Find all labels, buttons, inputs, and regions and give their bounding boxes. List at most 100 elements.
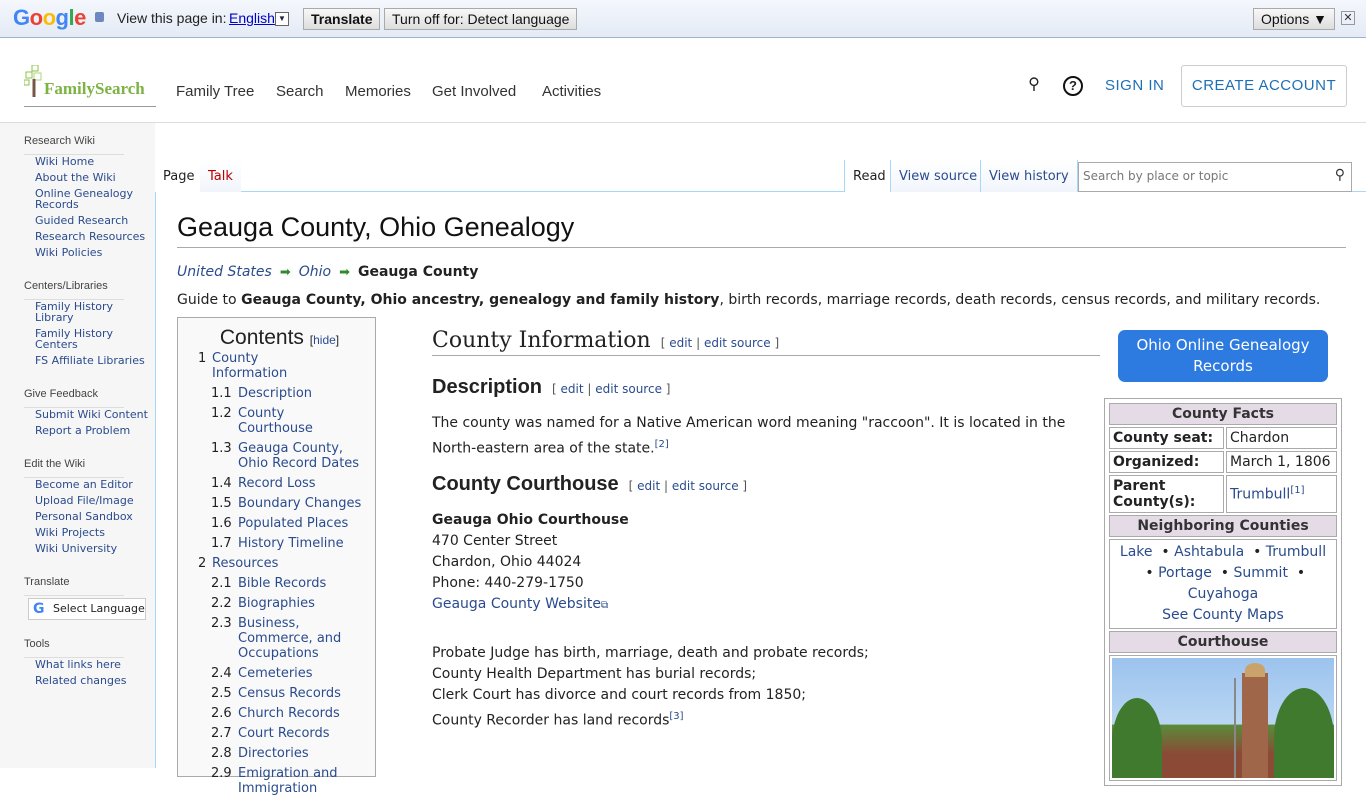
toc-item[interactable]: 1 County Information bbox=[198, 351, 375, 381]
county-link[interactable]: Cuyahoga bbox=[1188, 586, 1258, 602]
sidebar-link[interactable]: About the Wiki bbox=[35, 171, 116, 184]
tab-view-source[interactable]: View source bbox=[890, 160, 986, 192]
sidebar: Research Wiki Wiki Home About the Wiki Onli… bbox=[0, 123, 155, 768]
tab-talk[interactable]: Talk bbox=[200, 160, 241, 192]
location-pin-icon[interactable]: ⚲ bbox=[1025, 76, 1043, 94]
toc-item[interactable]: 2.4 Cemeteries bbox=[198, 666, 375, 681]
toc-item[interactable]: 2.7 Court Records bbox=[198, 726, 375, 741]
county-facts-infobox: County Facts County seat: Chardon Organiz… bbox=[1104, 398, 1342, 786]
edit-source-link[interactable]: edit source bbox=[672, 479, 739, 493]
tree-icon bbox=[24, 65, 42, 97]
sidebar-link[interactable]: Report a Problem bbox=[35, 424, 130, 437]
select-language-dropdown[interactable]: G Select Language bbox=[28, 598, 146, 620]
sidebar-link[interactable]: Wiki Home bbox=[35, 155, 94, 168]
neighboring-counties: Lake • Ashtabula • Trumbull • Portage • … bbox=[1109, 539, 1337, 629]
toc-item[interactable]: 1.5 Boundary Changes bbox=[198, 496, 375, 511]
toc-item[interactable]: 1.7 History Timeline bbox=[198, 536, 375, 551]
breadcrumb-ohio[interactable]: Ohio bbox=[299, 264, 331, 280]
sidebar-heading: Translate bbox=[0, 564, 155, 594]
page-tabs: Page Talk Read View source View history … bbox=[155, 160, 1366, 192]
sidebar-link[interactable]: Wiki University bbox=[35, 542, 117, 555]
description-heading: Description[ edit | edit source ] bbox=[432, 376, 671, 398]
courthouse-photo[interactable] bbox=[1112, 658, 1334, 778]
nav-family-tree[interactable]: Family Tree bbox=[176, 83, 254, 100]
familysearch-logo[interactable]: FamilySearch bbox=[24, 65, 156, 107]
search-icon[interactable]: ⚲ bbox=[1335, 167, 1345, 183]
sidebar-link[interactable]: Research Resources bbox=[35, 230, 145, 243]
toc-item[interactable]: 2.3 Business, Commerce, and Occupations bbox=[198, 616, 375, 661]
toc-item[interactable]: 2.2 Biographies bbox=[198, 596, 375, 611]
toc-item[interactable]: 1.3 Geauga County, Ohio Record Dates bbox=[198, 441, 375, 471]
sidebar-link[interactable]: Submit Wiki Content bbox=[35, 408, 148, 421]
toc-item[interactable]: 2 Resources bbox=[198, 556, 375, 571]
translate-button[interactable]: Translate bbox=[303, 8, 381, 30]
sidebar-link[interactable]: What links here bbox=[35, 658, 121, 671]
nav-activities[interactable]: Activities bbox=[542, 83, 601, 100]
sidebar-link[interactable]: FS Affiliate Libraries bbox=[35, 354, 145, 367]
nav-search[interactable]: Search bbox=[276, 83, 324, 100]
main-content: Geauga County, Ohio Genealogy United Sta… bbox=[155, 192, 1366, 796]
breadcrumb-united-states[interactable]: United States bbox=[177, 264, 272, 280]
toc-item[interactable]: 1.2 County Courthouse bbox=[198, 406, 375, 436]
reference-link[interactable]: [1] bbox=[1290, 485, 1304, 496]
tab-view-history[interactable]: View history bbox=[980, 160, 1078, 192]
close-icon[interactable]: ✕ bbox=[1341, 11, 1355, 25]
language-dropdown-icon[interactable]: ▼ bbox=[275, 12, 289, 26]
county-link[interactable]: Ashtabula bbox=[1174, 544, 1244, 560]
toc-hide-link[interactable]: hide bbox=[313, 333, 336, 347]
toc-item[interactable]: 1.1 Description bbox=[198, 386, 375, 401]
parent-county-link[interactable]: Trumbull bbox=[1230, 487, 1290, 503]
tab-read[interactable]: Read bbox=[844, 160, 894, 192]
sidebar-link[interactable]: Upload File/Image bbox=[35, 494, 134, 507]
county-link[interactable]: Lake bbox=[1120, 544, 1153, 560]
county-website-link[interactable]: Geauga County Website bbox=[432, 596, 601, 612]
edit-source-link[interactable]: edit source bbox=[704, 336, 771, 350]
toc-item[interactable]: 1.6 Populated Places bbox=[198, 516, 375, 531]
county-link[interactable]: Trumbull bbox=[1266, 544, 1326, 560]
arrow-icon: ➡ bbox=[339, 265, 350, 280]
sidebar-link[interactable]: Wiki Policies bbox=[35, 246, 102, 259]
toc-item[interactable]: 2.6 Church Records bbox=[198, 706, 375, 721]
google-logo: Google bbox=[13, 5, 86, 30]
lock-icon bbox=[95, 12, 104, 22]
toc-item[interactable]: 2.1 Bible Records bbox=[198, 576, 375, 591]
sidebar-link[interactable]: Wiki Projects bbox=[35, 526, 105, 539]
toc-item[interactable]: 2.9 Emigration and Immigration bbox=[198, 766, 375, 796]
language-link[interactable]: English bbox=[229, 10, 275, 26]
create-account-button[interactable]: CREATE ACCOUNT bbox=[1181, 65, 1347, 107]
search-input[interactable]: Search by place or topic ⚲ bbox=[1078, 162, 1352, 192]
ohio-online-records-button[interactable]: Ohio Online Genealogy Records bbox=[1118, 330, 1328, 382]
edit-link[interactable]: edit bbox=[637, 479, 660, 493]
options-button[interactable]: Options ▼ bbox=[1253, 8, 1335, 30]
courthouse-address: Geauga Ohio Courthouse 470 Center Street C… bbox=[432, 512, 629, 612]
reference-link[interactable]: [2] bbox=[655, 439, 669, 450]
sidebar-link[interactable]: Family History Library bbox=[35, 300, 113, 324]
edit-link[interactable]: edit bbox=[669, 336, 692, 350]
sidebar-link[interactable]: Online Genealogy Records bbox=[35, 187, 133, 211]
county-link[interactable]: Portage bbox=[1158, 565, 1212, 581]
sidebar-link[interactable]: Become an Editor bbox=[35, 478, 133, 491]
turn-off-button[interactable]: Turn off for: Detect language bbox=[384, 8, 578, 30]
table-of-contents: Contents [hide] 1 County Information 1.1 De… bbox=[177, 317, 376, 796]
sidebar-link[interactable]: Guided Research bbox=[35, 214, 128, 227]
county-maps-link[interactable]: See County Maps bbox=[1162, 607, 1284, 623]
external-link-icon: ⧉ bbox=[600, 600, 609, 611]
breadcrumb: United States ➡ Ohio ➡ Geauga County bbox=[177, 264, 478, 280]
help-icon[interactable]: ? bbox=[1063, 76, 1083, 96]
county-link[interactable]: Summit bbox=[1234, 565, 1288, 581]
reference-link[interactable]: [3] bbox=[669, 711, 683, 722]
toc-item[interactable]: 2.8 Directories bbox=[198, 746, 375, 761]
edit-link[interactable]: edit bbox=[561, 382, 584, 396]
page-title: Geauga County, Ohio Genealogy bbox=[177, 212, 1346, 248]
tab-page[interactable]: Page bbox=[155, 160, 203, 192]
toc-item[interactable]: 1.4 Record Loss bbox=[198, 476, 375, 491]
sign-in-link[interactable]: SIGN IN bbox=[1105, 77, 1164, 94]
sidebar-link[interactable]: Related changes bbox=[35, 674, 127, 687]
nav-memories[interactable]: Memories bbox=[345, 83, 411, 100]
description-text: The county was named for a Native Americ… bbox=[432, 415, 1066, 457]
toc-item[interactable]: 2.5 Census Records bbox=[198, 686, 375, 701]
sidebar-link[interactable]: Personal Sandbox bbox=[35, 510, 133, 523]
sidebar-link[interactable]: Family History Centers bbox=[35, 327, 113, 351]
nav-get-involved[interactable]: Get Involved bbox=[432, 83, 516, 100]
edit-source-link[interactable]: edit source bbox=[595, 382, 662, 396]
